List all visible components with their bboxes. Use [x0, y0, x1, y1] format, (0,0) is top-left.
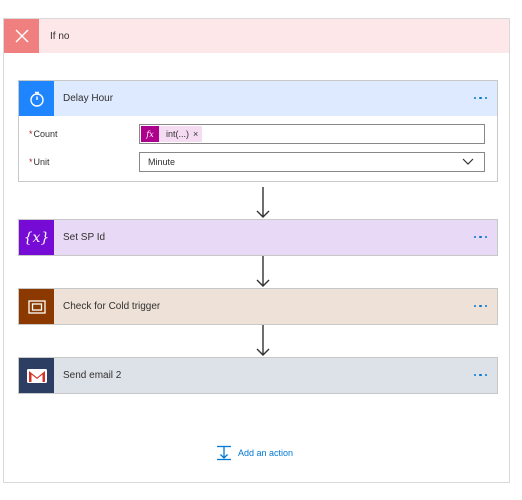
unit-label: Unit — [33, 157, 50, 167]
delay-hour-body: *Count fx int(...) × *Unit Minute — [19, 116, 497, 181]
check-cold-trigger-card[interactable]: Check for Cold trigger — [18, 288, 498, 325]
set-sp-id-title: Set SP Id — [63, 232, 106, 243]
send-email-title: Send email 2 — [63, 370, 122, 381]
chevron-down-icon — [462, 158, 474, 165]
send-email-card[interactable]: Send email 2 — [18, 357, 498, 394]
scope-header[interactable]: If no — [4, 19, 509, 53]
connector-arrow — [256, 187, 270, 218]
count-input[interactable]: fx int(...) × — [139, 124, 485, 144]
add-action-label: Add an action — [238, 448, 294, 458]
remove-token-icon[interactable]: × — [193, 129, 202, 139]
delay-hour-title: Delay Hour — [63, 93, 114, 104]
set-sp-id-card[interactable]: {x} Set SP Id — [18, 219, 498, 256]
function-icon: fx — [141, 126, 159, 142]
count-label: Count — [33, 129, 58, 139]
more-options-icon[interactable] — [473, 91, 487, 105]
scope-title: If no — [50, 30, 70, 42]
more-options-icon[interactable] — [473, 299, 487, 313]
connector-arrow — [256, 325, 270, 356]
close-icon[interactable] — [4, 19, 39, 53]
if-no-scope: If no Delay Hour *Count fx int(...) × *U… — [3, 18, 510, 483]
more-options-icon[interactable] — [473, 368, 487, 382]
unit-select[interactable]: Minute — [139, 152, 485, 172]
connector-arrow — [256, 256, 270, 287]
count-row: *Count fx int(...) × — [29, 123, 485, 145]
timer-icon — [19, 81, 54, 116]
int-token[interactable]: fx int(...) × — [141, 126, 203, 142]
condition-icon — [19, 289, 54, 324]
required-mark: * — [29, 129, 33, 139]
more-options-icon[interactable] — [473, 230, 487, 244]
variable-icon: {x} — [19, 220, 54, 255]
gmail-icon — [19, 358, 54, 393]
unit-value: Minute — [148, 157, 176, 167]
add-action-button[interactable]: Add an action — [216, 445, 293, 461]
delay-hour-header[interactable]: Delay Hour — [19, 81, 497, 116]
delay-hour-card: Delay Hour *Count fx int(...) × *Unit Mi… — [18, 80, 498, 182]
add-action-icon — [217, 445, 231, 461]
check-cold-trigger-title: Check for Cold trigger — [63, 301, 161, 312]
required-mark: * — [29, 157, 33, 167]
token-label: int(...) — [166, 129, 190, 139]
unit-row: *Unit Minute — [29, 151, 485, 173]
